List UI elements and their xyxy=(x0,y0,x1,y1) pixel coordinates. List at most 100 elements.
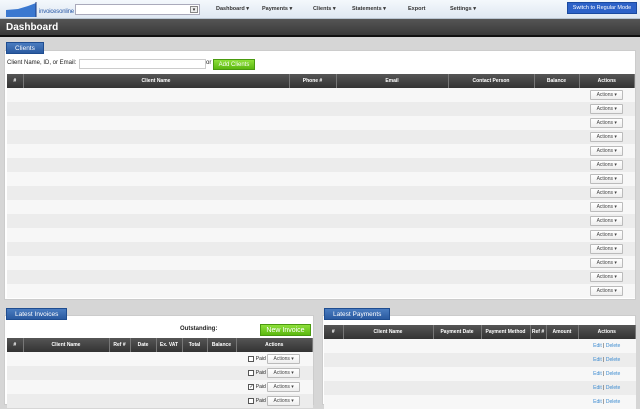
nav-export[interactable]: Export xyxy=(408,6,425,12)
delete-link[interactable]: Delete xyxy=(606,371,620,377)
table-row: Edit | Delete xyxy=(324,395,636,409)
actions-button[interactable]: Actions ▾ xyxy=(590,202,624,212)
cell xyxy=(289,256,336,270)
logo[interactable]: invoicesonline xyxy=(6,2,74,17)
actions-button[interactable]: Actions ▾ xyxy=(267,396,301,406)
edit-link[interactable]: Edit xyxy=(593,385,602,391)
actions-button[interactable]: Actions ▾ xyxy=(590,160,624,170)
switch-mode-button[interactable]: Switch to Regular Mode xyxy=(567,2,637,14)
cell xyxy=(530,381,546,395)
actions-button[interactable]: Actions ▾ xyxy=(267,368,301,378)
edit-link[interactable]: Edit xyxy=(593,343,602,349)
actions-button[interactable]: Actions ▾ xyxy=(590,118,624,128)
paid-checkbox[interactable]: ✓ xyxy=(248,383,255,390)
add-clients-button[interactable]: Add Clients xyxy=(213,59,255,70)
actions-button[interactable]: Actions ▾ xyxy=(590,90,624,100)
client-search-input[interactable] xyxy=(79,59,206,69)
table-row: Paid Actions ▾ xyxy=(7,352,313,366)
actions-button[interactable]: Actions ▾ xyxy=(590,146,624,156)
cell xyxy=(289,186,336,200)
cell xyxy=(23,270,289,284)
cell xyxy=(324,353,343,367)
cell xyxy=(448,116,534,130)
cell: Paid Actions ▾ xyxy=(236,352,313,366)
cell xyxy=(289,270,336,284)
cell xyxy=(7,88,23,102)
cell xyxy=(433,353,481,367)
column-header: Actions xyxy=(579,74,635,88)
nav-clients[interactable]: Clients ▾ xyxy=(313,6,336,12)
cell xyxy=(433,339,481,353)
edit-link[interactable]: Edit xyxy=(593,357,602,363)
tab-clients[interactable]: Clients xyxy=(6,42,44,54)
new-invoice-button[interactable]: New Invoice xyxy=(260,324,311,336)
actions-button[interactable]: Actions ▾ xyxy=(590,104,624,114)
cell xyxy=(448,144,534,158)
cell: Actions ▾ xyxy=(579,242,635,256)
actions-button[interactable]: Actions ▾ xyxy=(590,244,624,254)
paid-checkbox[interactable] xyxy=(248,397,255,404)
cell xyxy=(289,130,336,144)
delete-link[interactable]: Delete xyxy=(606,385,620,391)
cell xyxy=(448,88,534,102)
actions-button[interactable]: Actions ▾ xyxy=(590,230,624,240)
cell xyxy=(336,242,448,256)
table-row: Actions ▾ xyxy=(7,116,635,130)
nav-payments[interactable]: Payments ▾ xyxy=(262,6,292,12)
delete-link[interactable]: Delete xyxy=(606,343,620,349)
actions-button[interactable]: Actions ▾ xyxy=(590,272,624,282)
table-row: Actions ▾ xyxy=(7,284,635,298)
cell xyxy=(7,186,23,200)
cell xyxy=(23,200,289,214)
cell xyxy=(481,339,530,353)
table-row: Actions ▾ xyxy=(7,270,635,284)
cell xyxy=(534,88,579,102)
cell xyxy=(207,380,236,394)
cell xyxy=(336,102,448,116)
actions-button[interactable]: Actions ▾ xyxy=(590,132,624,142)
cell xyxy=(481,367,530,381)
outstanding-label: Outstanding: xyxy=(180,326,218,332)
tab-latest-payments[interactable]: Latest Payments xyxy=(324,308,391,320)
cell xyxy=(336,186,448,200)
tab-latest-invoices[interactable]: Latest Invoices xyxy=(6,308,68,320)
cell xyxy=(7,284,23,298)
actions-button[interactable]: Actions ▾ xyxy=(590,216,624,226)
cell xyxy=(289,242,336,256)
paid-checkbox[interactable] xyxy=(248,369,255,376)
cell xyxy=(7,200,23,214)
paid-checkbox[interactable] xyxy=(248,355,255,362)
nav-settings[interactable]: Settings ▾ xyxy=(450,6,476,12)
cell: Edit | Delete xyxy=(578,381,636,395)
edit-link[interactable]: Edit xyxy=(593,371,602,377)
cell xyxy=(324,381,343,395)
actions-button[interactable]: Actions ▾ xyxy=(590,188,624,198)
actions-button[interactable]: Actions ▾ xyxy=(590,286,624,296)
cell xyxy=(156,352,182,366)
actions-button[interactable]: Actions ▾ xyxy=(590,258,624,268)
nav-dashboard[interactable]: Dashboard ▾ xyxy=(216,6,249,12)
cell xyxy=(343,353,433,367)
actions-button[interactable]: Actions ▾ xyxy=(267,382,301,392)
cell xyxy=(534,214,579,228)
actions-button[interactable]: Actions ▾ xyxy=(267,354,301,364)
nav-statements[interactable]: Statements ▾ xyxy=(352,6,386,12)
cell: Edit | Delete xyxy=(578,353,636,367)
cell xyxy=(207,394,236,408)
delete-link[interactable]: Delete xyxy=(606,357,620,363)
cell xyxy=(534,200,579,214)
column-header: # xyxy=(7,338,24,352)
table-row: Actions ▾ xyxy=(7,130,635,144)
chevron-down-icon: ▾ xyxy=(190,6,198,13)
column-header: Amount xyxy=(546,325,579,339)
column-header: # xyxy=(324,325,344,339)
actions-button[interactable]: Actions ▾ xyxy=(590,174,624,184)
cell xyxy=(336,144,448,158)
cell xyxy=(481,395,530,409)
cell xyxy=(534,284,579,298)
column-header: Date xyxy=(130,338,157,352)
client-select[interactable]: ▾ xyxy=(75,4,200,15)
cell xyxy=(289,228,336,242)
cell: Edit | Delete xyxy=(578,395,636,409)
or-label: or xyxy=(206,60,212,66)
